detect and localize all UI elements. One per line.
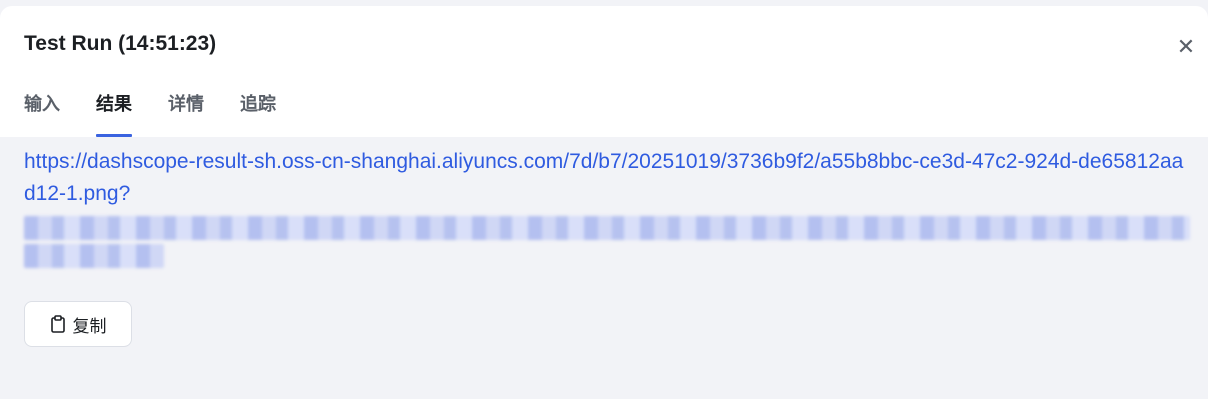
result-content: https://dashscope-result-sh.oss-cn-shang… xyxy=(24,146,1194,274)
dialog-header: Test Run (14:51:23) ✕ 输入 结果 详情 追踪 xyxy=(0,6,1208,137)
redacted-line xyxy=(24,216,1190,240)
clipboard-icon xyxy=(50,315,65,333)
result-url-link[interactable]: https://dashscope-result-sh.oss-cn-shang… xyxy=(24,146,1194,210)
tab-details[interactable]: 详情 xyxy=(168,90,204,137)
copy-button-label: 复制 xyxy=(72,316,107,336)
tab-input[interactable]: 输入 xyxy=(24,90,60,137)
redacted-query-string xyxy=(24,210,1194,274)
tab-bar: 输入 结果 详情 追踪 xyxy=(24,90,312,137)
close-icon[interactable]: ✕ xyxy=(1174,35,1198,59)
tab-trace[interactable]: 追踪 xyxy=(240,90,276,137)
copy-button[interactable]: 复制 xyxy=(24,301,132,347)
tab-result[interactable]: 结果 xyxy=(96,90,132,137)
dialog-title: Test Run (14:51:23) xyxy=(24,32,217,55)
redacted-line xyxy=(24,244,164,268)
